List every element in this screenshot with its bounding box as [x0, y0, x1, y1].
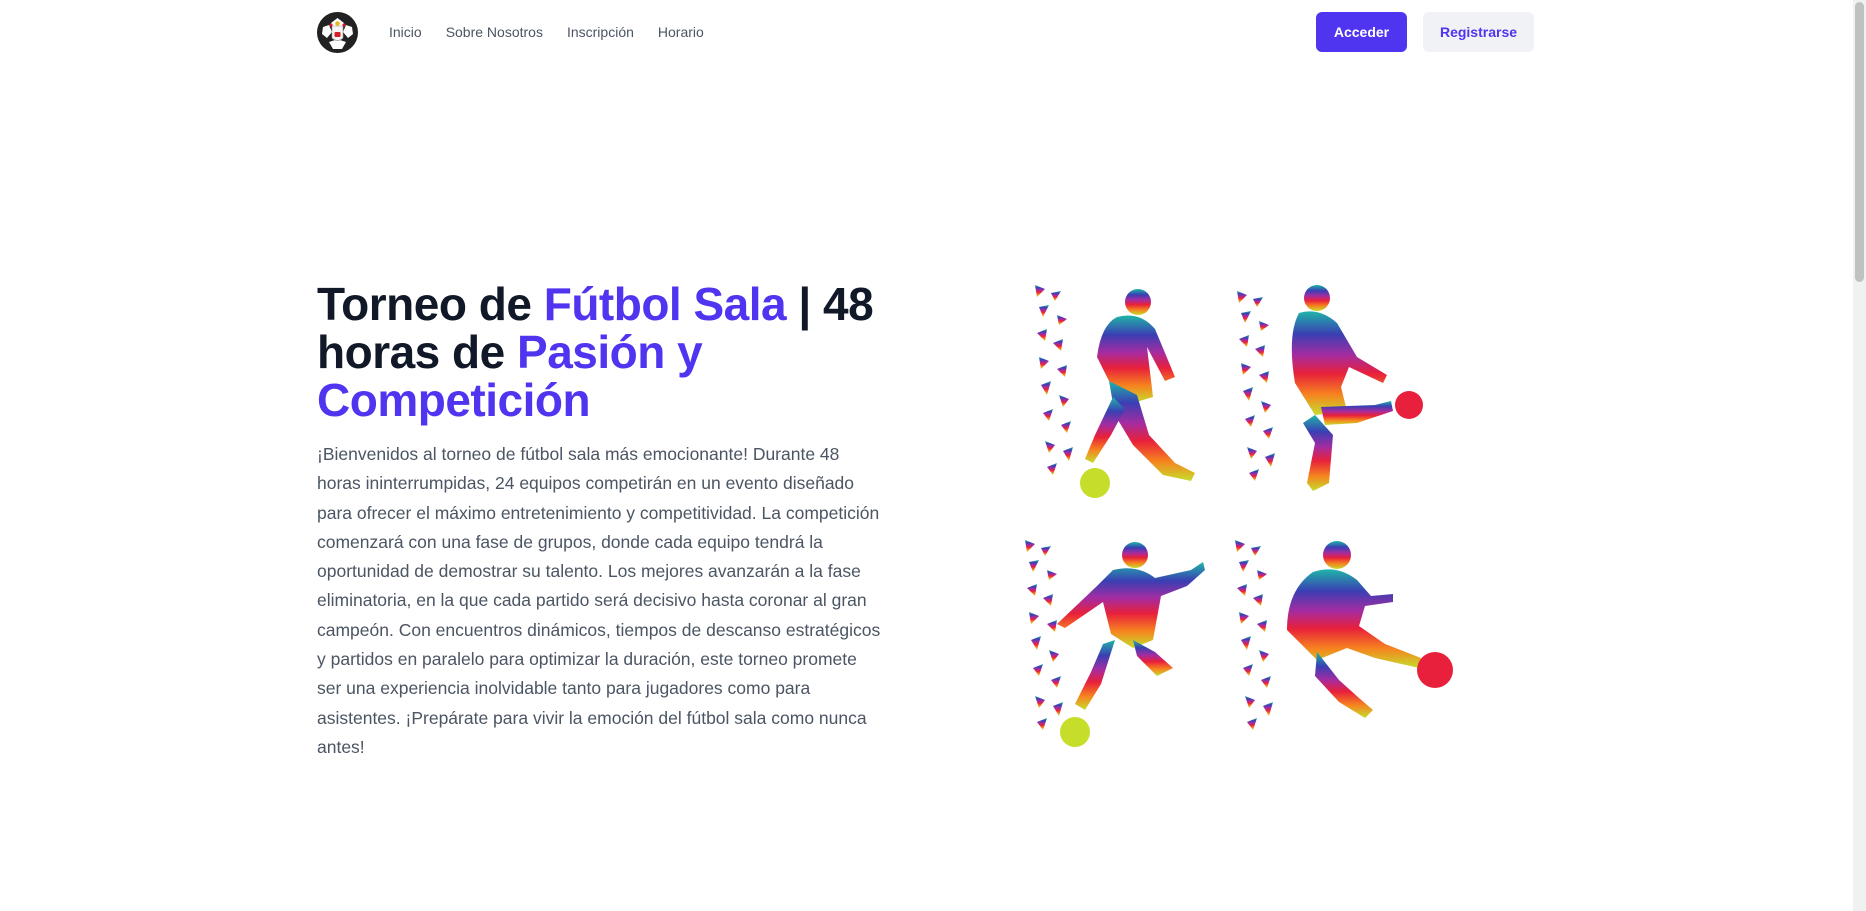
- club-crest-icon[interactable]: [317, 12, 358, 53]
- player-1: [1035, 285, 1195, 498]
- nav-link-sobre-nosotros[interactable]: Sobre Nosotros: [446, 24, 543, 40]
- main-navigation: Inicio Sobre Nosotros Inscripción Horari…: [389, 0, 704, 64]
- player-2: [1237, 285, 1423, 491]
- page-scrollbar[interactable]: [1853, 0, 1866, 911]
- soccer-players-illustration: [1005, 275, 1475, 765]
- hero-title-part1: Torneo de: [317, 278, 544, 330]
- page: Inicio Sobre Nosotros Inscripción Horari…: [0, 0, 1866, 911]
- nav-link-inscripcion[interactable]: Inscripción: [567, 24, 634, 40]
- hero-description: ¡Bienvenidos al torneo de fútbol sala má…: [317, 444, 881, 757]
- hero-section: Torneo de Fútbol Sala | 48 horas de Pasi…: [317, 280, 882, 762]
- nav-link-horario[interactable]: Horario: [658, 24, 704, 40]
- hero-title-accent-futbol-sala: Fútbol Sala: [543, 278, 787, 330]
- login-button[interactable]: Acceder: [1316, 12, 1407, 52]
- player-4: [1235, 540, 1453, 730]
- player-3: [1025, 540, 1205, 747]
- top-navbar: Inicio Sobre Nosotros Inscripción Horari…: [0, 0, 1853, 64]
- hero-title: Torneo de Fútbol Sala | 48 horas de Pasi…: [317, 280, 882, 424]
- scrollbar-thumb[interactable]: [1855, 2, 1864, 282]
- nav-link-inicio[interactable]: Inicio: [389, 24, 422, 40]
- register-button[interactable]: Registrarse: [1423, 12, 1534, 52]
